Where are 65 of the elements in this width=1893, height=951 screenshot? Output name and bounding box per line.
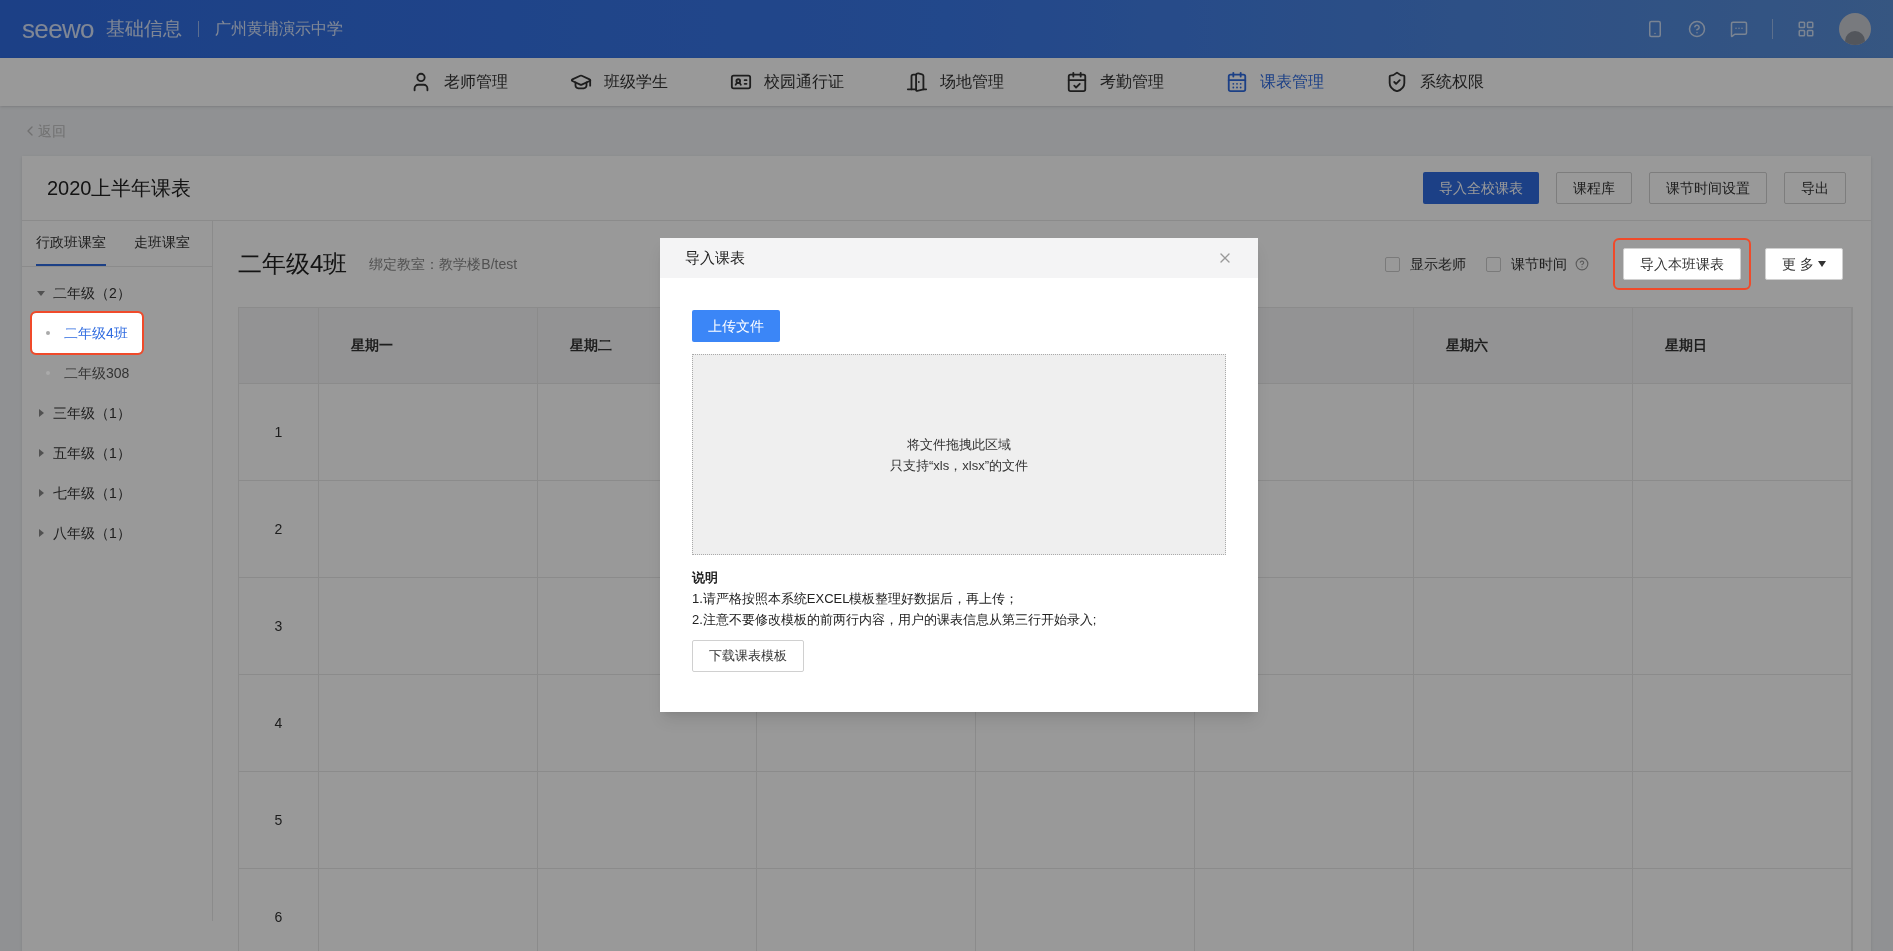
caret-icon — [1818, 261, 1826, 267]
drop-hint: 将文件拖拽此区域 — [907, 435, 1011, 454]
column-header: 星期二 — [570, 336, 612, 355]
nav-tab[interactable]: 校园通行证 — [729, 70, 844, 94]
dialog-title: 导入课表 — [685, 247, 745, 268]
class-action-button[interactable]: 导入本班课表 — [1623, 248, 1742, 280]
logo: seewo — [22, 12, 94, 46]
action-button[interactable]: 导入全校课表 — [1423, 172, 1539, 204]
drop-zone[interactable]: 将文件拖拽此区域 只支持“xls，xlsx”的文件 — [692, 354, 1226, 555]
help-icon[interactable] — [1575, 257, 1590, 271]
class-action-button[interactable]: 更 多 — [1765, 248, 1843, 280]
period-number: 4 — [274, 713, 283, 733]
tree-item[interactable]: 二年级4班 — [32, 313, 142, 353]
action-button[interactable]: 导出 — [1784, 172, 1846, 204]
nav-tab[interactable]: 场地管理 — [905, 70, 1004, 94]
app-name: 基础信息 — [105, 16, 182, 41]
checkbox-label: 课节时间 — [1511, 254, 1568, 274]
action-button[interactable]: 课节时间设置 — [1649, 172, 1767, 204]
class-title: 二年级4班 — [238, 249, 348, 279]
page-title: 2020上半年课表 — [47, 176, 192, 201]
column-header: 星期日 — [1665, 336, 1707, 355]
sidebar-tab[interactable]: 走班课室 — [134, 221, 190, 266]
caret-icon — [37, 529, 45, 537]
caret-icon — [37, 489, 45, 497]
checkbox[interactable] — [1385, 256, 1401, 272]
tree-group[interactable]: 三年级（1） — [22, 393, 212, 433]
caret-icon — [37, 289, 45, 297]
note-line: 2.注意不要修改模板的前两行内容，用户的课表信息从第三行开始录入; — [692, 611, 1098, 629]
classroom-label: 绑定教室：教学楼B/test — [369, 254, 518, 274]
nav-tab[interactable]: 班级学生 — [569, 70, 668, 94]
message-icon[interactable] — [1730, 20, 1748, 38]
caret-icon — [37, 409, 45, 417]
phone-icon[interactable] — [1646, 20, 1664, 38]
notes-title: 说明 — [692, 569, 719, 587]
period-number: 3 — [274, 616, 283, 636]
period-number: 6 — [274, 907, 283, 927]
nav-tab[interactable]: 系统权限 — [1385, 70, 1484, 94]
checkbox[interactable] — [1486, 256, 1502, 272]
nav-tab[interactable]: 老师管理 — [409, 70, 508, 94]
calendar-check-icon — [1065, 71, 1088, 93]
tree-item[interactable]: 二年级308 — [32, 353, 144, 393]
column-header: 星期六 — [1446, 336, 1488, 355]
tree-group[interactable]: 二年级（2） — [22, 273, 212, 313]
drop-hint: 只支持“xls，xlsx”的文件 — [890, 456, 1028, 475]
tree-group[interactable]: 八年级（1） — [22, 513, 212, 553]
nav-tab[interactable]: 课表管理 — [1225, 70, 1324, 94]
apps-icon[interactable] — [1797, 20, 1815, 38]
school-name: 广州黄埔演示中学 — [214, 19, 343, 39]
note-line: 1.请严格按照本系统EXCEL模板整理好数据后，再上传； — [692, 590, 1020, 608]
action-button[interactable]: 课程库 — [1556, 172, 1632, 204]
tree-group[interactable]: 五年级（1） — [22, 433, 212, 473]
tree-group[interactable]: 七年级（1） — [22, 473, 212, 513]
calendar-icon — [1225, 71, 1248, 93]
avatar[interactable] — [1839, 13, 1871, 45]
period-number: 1 — [274, 422, 283, 442]
caret-icon — [37, 449, 45, 457]
door-icon — [905, 71, 928, 93]
column-header: 星期一 — [351, 336, 393, 355]
period-number: 5 — [274, 810, 283, 830]
download-template-button[interactable]: 下载课表模板 — [692, 640, 804, 672]
checkbox-label: 显示老师 — [1410, 254, 1467, 274]
sidebar-tab[interactable]: 行政班课室 — [36, 221, 106, 266]
period-number: 2 — [274, 519, 283, 539]
nav-tab[interactable]: 考勤管理 — [1065, 70, 1164, 94]
upload-button[interactable]: 上传文件 — [692, 310, 780, 342]
